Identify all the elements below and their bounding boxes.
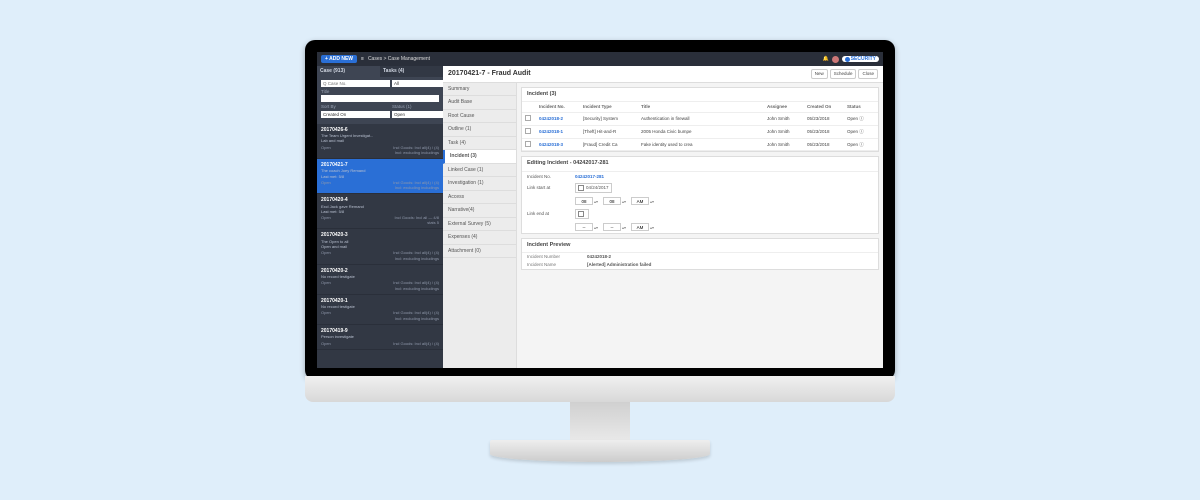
incident-preview-panel: Incident Preview Incident Number04242018…	[521, 238, 879, 270]
col-header: Incident Type	[580, 102, 638, 112]
nav-narrative-[interactable]: Narrative(4)	[443, 204, 516, 218]
tab-cases[interactable]: Case (913)	[317, 66, 380, 77]
table-row[interactable]: 04242018-3[Fraud] Credit CaFake identity…	[522, 138, 878, 151]
preview-row: Incident Name[Alerted] Administration fa…	[522, 261, 878, 269]
close-button[interactable]: Close	[858, 69, 878, 79]
end-ampm-stepper[interactable]: ▴▾	[631, 223, 655, 231]
nav-root-cause[interactable]: Root Cause	[443, 110, 516, 124]
title-filter-label: Title	[321, 89, 439, 95]
page-title: 20170421-7 - Fraud Audit	[448, 69, 531, 78]
monitor-chin	[305, 376, 895, 402]
incident-no-link[interactable]: 04242017-281	[575, 174, 604, 180]
nav-task-[interactable]: Task (4)	[443, 137, 516, 151]
nav-investigation-[interactable]: Investigation (1)	[443, 177, 516, 191]
nav-external-survey-[interactable]: External Survey (5)	[443, 218, 516, 232]
nav-audit-base[interactable]: Audit Base	[443, 96, 516, 110]
table-row[interactable]: 04242018-2[Security] SystemAuthenticatio…	[522, 112, 878, 125]
sort-label: Sort By	[321, 104, 390, 110]
end-min-stepper[interactable]: ▴▾	[603, 223, 627, 231]
case-card[interactable]: 20170420-4Excl Jack gave RemandLast met:…	[317, 194, 443, 229]
incident-link[interactable]: 04242018-2	[536, 112, 580, 125]
nav-linked-case-[interactable]: Linked Case (1)	[443, 164, 516, 178]
status-select[interactable]	[392, 111, 443, 118]
col-header: Title	[638, 102, 764, 112]
incidents-panel: Incident (3) Incident No.Incident TypeTi…	[521, 87, 879, 153]
start-ampm-stepper[interactable]: ▴▾	[631, 197, 655, 205]
preview-row: Incident Number04242018-2	[522, 253, 878, 261]
row-checkbox[interactable]	[525, 115, 531, 121]
incident-link[interactable]: 04242018-3	[536, 138, 580, 151]
table-row[interactable]: 04242018-1[Theft] Hit-and-R2005 Honda Ci…	[522, 125, 878, 138]
case-list[interactable]: 20170426-6The Team Urgent Investigat...L…	[317, 124, 443, 368]
calendar-icon	[578, 185, 584, 191]
start-label: Link start at	[527, 185, 571, 191]
nav-attachment-[interactable]: Attachment (0)	[443, 245, 516, 259]
nav-access[interactable]: Access	[443, 191, 516, 205]
new-button[interactable]: New	[811, 69, 828, 79]
end-hour-stepper[interactable]: ▴▾	[575, 223, 599, 231]
title-filter-input[interactable]	[321, 95, 439, 102]
preview-header: Incident Preview	[522, 239, 878, 253]
search-input[interactable]	[321, 80, 390, 87]
case-card[interactable]: 20170420-2No record testigateOpenIncl Go…	[317, 265, 443, 295]
col-header: Incident No.	[536, 102, 580, 112]
bezel: + ADD NEW ≡ Cases > Case Management 🔔 SE…	[305, 40, 895, 380]
nav-outline-[interactable]: Outline (1)	[443, 123, 516, 137]
sidebar-filters: 🔍 Title Sort By Status (1)	[317, 77, 443, 124]
nav-incident-[interactable]: Incident (3)	[443, 150, 516, 164]
edit-incident-panel: Editing Incident - 04242017-281 Incident…	[521, 156, 879, 234]
add-new-button[interactable]: + ADD NEW	[321, 55, 357, 64]
section-nav: SummaryAudit BaseRoot CauseOutline (1)Ta…	[443, 83, 517, 368]
start-min-stepper[interactable]: ▴▾	[603, 197, 627, 205]
monitor-stand-base	[490, 440, 710, 462]
end-label: Link end at	[527, 211, 571, 217]
status-label: Status (1)	[392, 104, 443, 110]
sort-select[interactable]	[321, 111, 390, 118]
col-header: Status	[844, 102, 878, 112]
start-date-picker[interactable]: 04/24/2017	[575, 183, 612, 193]
edit-header: Editing Incident - 04242017-281	[522, 157, 878, 171]
breadcrumb[interactable]: Cases > Case Management	[368, 56, 430, 63]
nav-expenses-[interactable]: Expenses (4)	[443, 231, 516, 245]
col-header: Created On	[804, 102, 844, 112]
case-card[interactable]: 20170426-6The Team Urgent Investigat...L…	[317, 124, 443, 159]
end-date-picker[interactable]	[575, 209, 589, 219]
app-screen: + ADD NEW ≡ Cases > Case Management 🔔 SE…	[317, 52, 883, 368]
calendar-icon	[578, 211, 584, 217]
avatar[interactable]	[832, 56, 839, 63]
filter-all-select[interactable]	[392, 80, 443, 87]
main-area: 20170421-7 - Fraud Audit NewScheduleClos…	[443, 66, 883, 368]
monitor-frame: + ADD NEW ≡ Cases > Case Management 🔔 SE…	[305, 40, 895, 460]
row-checkbox[interactable]	[525, 128, 531, 134]
incident-link[interactable]: 04242018-1	[536, 125, 580, 138]
menu-icon[interactable]: ≡	[361, 56, 364, 63]
sidebar-tabs: Case (913) Tasks (4)	[317, 66, 443, 77]
brand-badge: SECURITY	[842, 56, 879, 63]
notification-icon[interactable]: 🔔	[822, 56, 828, 63]
incidents-header: Incident (3)	[522, 88, 878, 102]
col-header	[522, 102, 536, 112]
case-card[interactable]: 20170419-9Person investigateOpenIncl Goo…	[317, 325, 443, 350]
row-checkbox[interactable]	[525, 141, 531, 147]
main-header: 20170421-7 - Fraud Audit NewScheduleClos…	[443, 66, 883, 83]
col-header: Assignee	[764, 102, 804, 112]
case-card[interactable]: 20170420-1No record testigateOpenIncl Go…	[317, 295, 443, 325]
tab-tasks[interactable]: Tasks (4)	[380, 66, 443, 77]
content-area: Incident (3) Incident No.Incident TypeTi…	[517, 83, 883, 368]
start-hour-stepper[interactable]: ▴▾	[575, 197, 599, 205]
case-card[interactable]: 20170420-3The Open to allOpen and mailOp…	[317, 229, 443, 264]
monitor-stand-neck	[570, 402, 630, 440]
incident-no-label: Incident No.	[527, 174, 571, 180]
incidents-table: Incident No.Incident TypeTitleAssigneeCr…	[522, 102, 878, 151]
case-card[interactable]: 20170421-7The coach Joey RemandLast met:…	[317, 159, 443, 194]
nav-summary[interactable]: Summary	[443, 83, 516, 97]
app-bar: + ADD NEW ≡ Cases > Case Management 🔔 SE…	[317, 52, 883, 66]
schedule-button[interactable]: Schedule	[830, 69, 857, 79]
sidebar: Case (913) Tasks (4) 🔍 Title	[317, 66, 443, 368]
